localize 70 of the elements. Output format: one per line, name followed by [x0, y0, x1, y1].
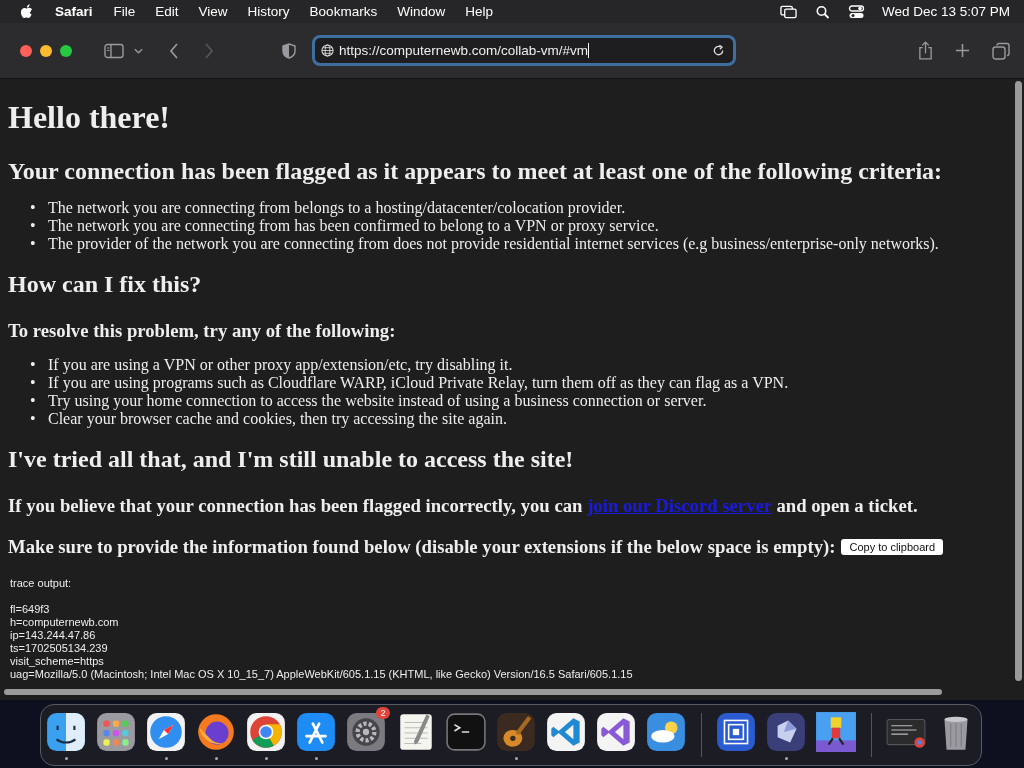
trace-line: h=computernewb.com: [10, 616, 120, 629]
notification-badge: 2: [376, 707, 390, 719]
menu-app-name[interactable]: Safari: [55, 4, 93, 19]
fix-item: Try using your home connection to access the website instead of using a business connection or server.: [48, 392, 707, 410]
trace-label: trace output:: [10, 577, 73, 590]
trace-line: fl=649f3: [10, 603, 51, 616]
app-icon[interactable]: [145, 710, 187, 753]
trace-line: uag=Mozilla/5.0 (Macintosh; Intel Mac OS X 10_15_7) AppleWebKit/605.1.15 (KHTML, like Gecko) Version/16.5 Safari/605.1.15: [10, 668, 634, 681]
share-icon[interactable]: [918, 41, 933, 60]
criteria-item: The network you are connecting from belongs to a hosting/datacenter/colocation provider.: [48, 199, 626, 217]
app-icon[interactable]: [545, 710, 587, 753]
menu-item[interactable]: File: [113, 4, 136, 19]
app-icon[interactable]: [815, 710, 857, 753]
criteria-item: The provider of the network you are connecting from does not provide residential internet services (e.g business/enterprise-only networks).: [48, 235, 939, 253]
copy-button[interactable]: Copy to clipboard: [841, 539, 944, 555]
fix-item: If you are using programs such as Cloudflare WARP, iCloud Private Relay, turn them off as they can flag as a VPN.: [48, 374, 789, 392]
zoom-window-button[interactable]: [60, 44, 72, 57]
fix-item: If you are using a VPN or other proxy app/extension/etc, try disabling it.: [48, 356, 513, 374]
address-field[interactable]: https://computernewb.com/collab-vm/#vm: [312, 35, 736, 66]
fix-item: Clear your browser cache and cookies, then try accessing the site again.: [48, 410, 507, 428]
app-icon[interactable]: [645, 710, 687, 753]
section-heading: Your connection has been flagged as it appears to meet at least one of the following criteria:: [8, 157, 944, 185]
provide-info-text: Make sure to provide the information found below (disable your extensions if the below space is empty):: [8, 536, 836, 558]
trace-line: visit_scheme=https: [10, 655, 105, 668]
section-heading: How can I fix this?: [8, 270, 203, 298]
app-icon[interactable]: [95, 710, 137, 753]
trace-line: ip=143.244.47.86: [10, 629, 97, 642]
tab-overview-icon[interactable]: [992, 41, 1010, 60]
menu-clock[interactable]: Wed Dec 13 5:07 PM: [881, 4, 1010, 19]
ticket-text: If you believe that your connection has been flagged incorrectly, you can join our Discord server and open a ticket.: [8, 495, 919, 517]
shield-icon[interactable]: [282, 42, 296, 59]
menu-item[interactable]: History: [247, 4, 290, 19]
new-tab-icon[interactable]: [955, 43, 970, 58]
menu-item[interactable]: Edit: [155, 4, 179, 19]
app-icon[interactable]: [295, 710, 337, 753]
globe-icon: [321, 44, 334, 57]
app-icon[interactable]: [595, 710, 637, 753]
app-icon[interactable]: [245, 710, 287, 753]
app-icon[interactable]: [715, 710, 757, 753]
sidebar-icon[interactable]: [104, 42, 124, 59]
subsection-heading: To resolve this problem, try any of the following:: [8, 320, 397, 342]
close-window-button[interactable]: [20, 44, 32, 57]
trace-line: ts=1702505134.239: [10, 642, 109, 655]
list-bullet: •: [30, 356, 37, 374]
list-bullet: •: [30, 392, 37, 410]
list-bullet: •: [30, 217, 37, 235]
apple-icon[interactable]: [20, 4, 33, 19]
vertical-scrollbar[interactable]: [1015, 81, 1022, 681]
section-heading: I've tried all that, and I'm still unable to access the site!: [8, 445, 575, 473]
horizontal-scrollbar[interactable]: [4, 689, 942, 695]
list-bullet: •: [30, 374, 37, 392]
back-icon[interactable]: [169, 42, 179, 59]
screen-mirroring-icon[interactable]: [779, 4, 797, 19]
reload-icon[interactable]: [712, 44, 725, 57]
list-bullet: •: [30, 235, 37, 253]
control-center-icon[interactable]: [847, 4, 865, 19]
menu-item[interactable]: View: [198, 4, 228, 19]
app-icon[interactable]: [345, 710, 387, 753]
criteria-item: The network you are connecting from has been confirmed to belong to a VPN or proxy service.: [48, 217, 659, 235]
menu-item[interactable]: Bookmarks: [309, 4, 378, 19]
menu-item[interactable]: Help: [465, 4, 493, 19]
list-bullet: •: [30, 410, 37, 428]
caret-icon[interactable]: [134, 47, 143, 54]
app-icon[interactable]: [45, 710, 87, 753]
app-icon[interactable]: [765, 710, 807, 753]
minimize-window-button[interactable]: [40, 44, 52, 57]
list-bullet: •: [30, 199, 37, 217]
page-title: Hello there!: [8, 99, 171, 136]
app-icon[interactable]: [495, 710, 537, 753]
menu-item[interactable]: Window: [397, 4, 446, 19]
